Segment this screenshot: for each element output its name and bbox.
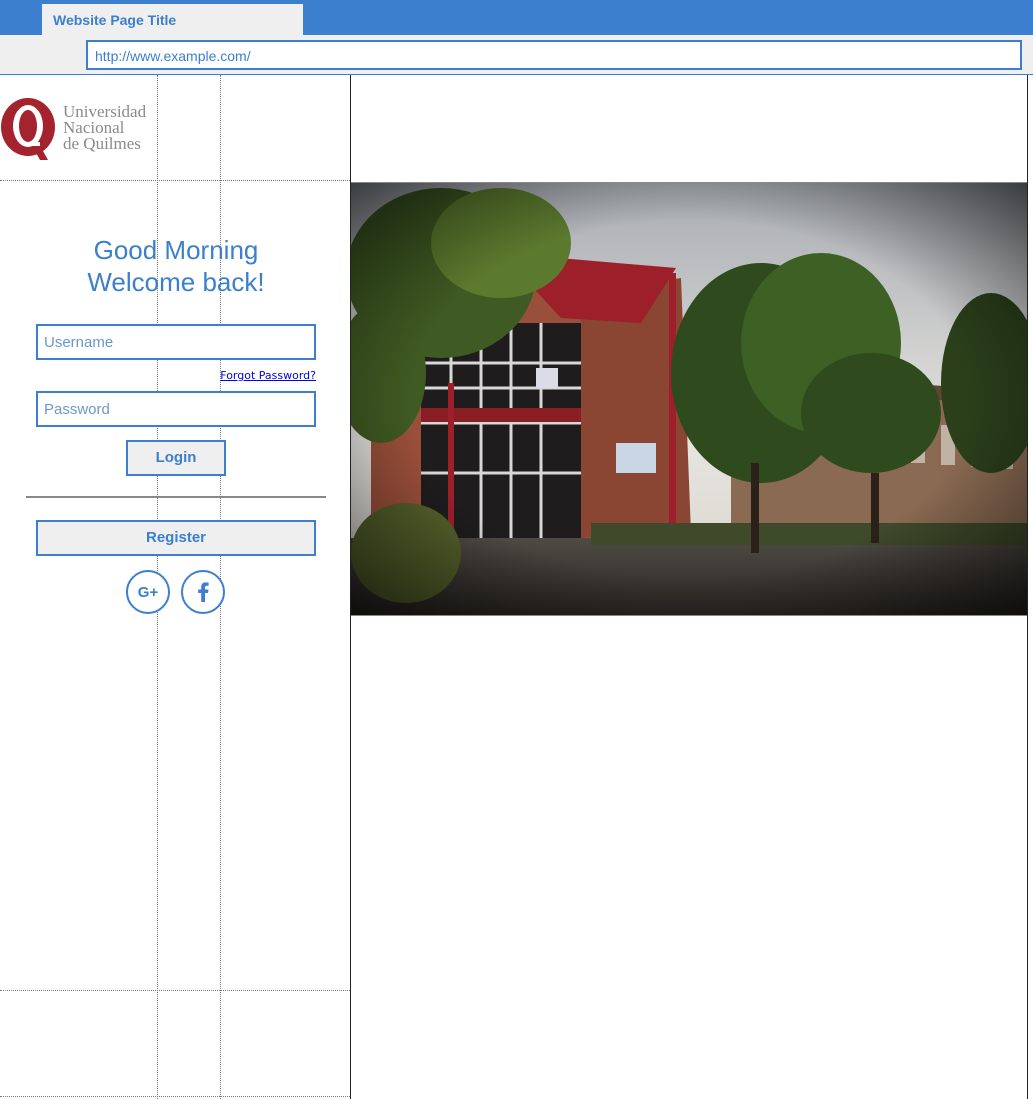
greeting-line: Good Morning xyxy=(93,235,259,265)
register-button[interactable]: Register xyxy=(36,520,316,556)
forgot-password-link[interactable]: Forgot Password? xyxy=(150,369,316,382)
google-plus-icon: G+ xyxy=(137,583,159,601)
layout-guide xyxy=(0,1096,350,1097)
login-sidebar xyxy=(0,75,350,1099)
browser-tab[interactable]: Website Page Title xyxy=(42,4,303,35)
content-border xyxy=(1027,75,1028,1099)
divider-line xyxy=(26,496,326,498)
url-field[interactable]: http://www.example.com/ xyxy=(86,40,1022,70)
browser-address-bar: http://www.example.com/ xyxy=(0,35,1033,75)
layout-guide xyxy=(0,990,350,991)
login-button[interactable]: Login xyxy=(126,440,226,476)
google-plus-button[interactable]: G+ xyxy=(126,570,170,614)
password-input[interactable] xyxy=(36,391,316,427)
browser-titlebar: Website Page Title xyxy=(0,0,1033,35)
layout-guide xyxy=(0,180,350,181)
facebook-button[interactable] xyxy=(181,570,225,614)
university-building-photo xyxy=(351,183,1027,615)
university-name: Universidad Nacional de Quilmes xyxy=(63,103,146,153)
greeting-line: Welcome back! xyxy=(87,267,265,297)
facebook-icon xyxy=(198,582,209,602)
username-input[interactable] xyxy=(36,324,316,360)
logo-line: de Quilmes xyxy=(63,134,141,153)
hero-image xyxy=(351,182,1027,616)
greeting: Good Morning Welcome back! xyxy=(36,234,316,298)
